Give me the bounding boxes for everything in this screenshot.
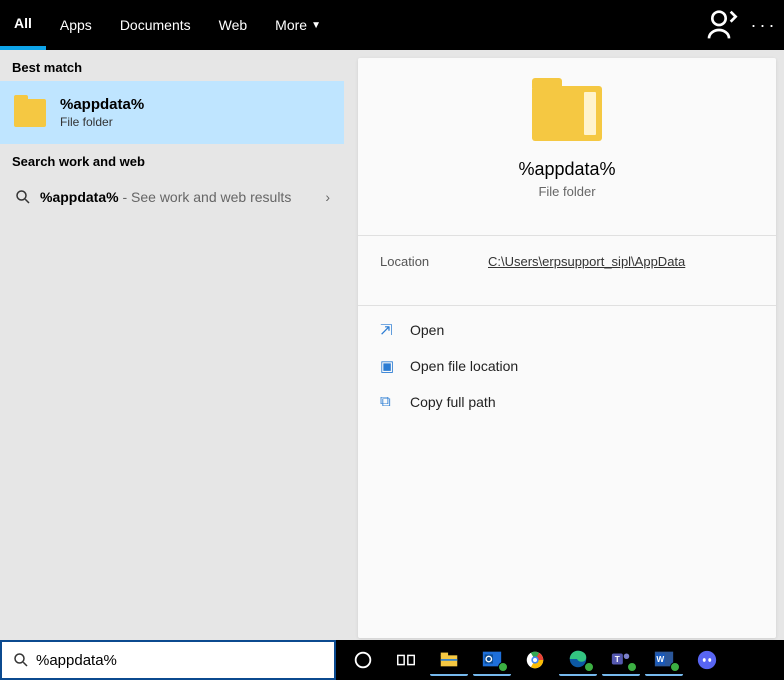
taskbar: T W bbox=[336, 640, 784, 680]
result-title: %appdata% bbox=[60, 96, 144, 113]
tab-web[interactable]: Web bbox=[205, 0, 262, 50]
svg-text:W: W bbox=[656, 655, 664, 664]
search-icon bbox=[12, 651, 36, 669]
tab-documents[interactable]: Documents bbox=[106, 0, 205, 50]
open-icon: ⇱ bbox=[380, 321, 410, 339]
feedback-icon[interactable] bbox=[704, 0, 744, 50]
folder-open-icon: ▣ bbox=[380, 357, 410, 375]
svg-text:T: T bbox=[615, 655, 620, 664]
actions-list: ⇱ Open ▣ Open file location ⧉ Copy full … bbox=[358, 306, 776, 425]
word-icon[interactable]: W bbox=[645, 644, 683, 676]
folder-icon bbox=[532, 86, 602, 141]
edge-icon[interactable] bbox=[559, 644, 597, 676]
search-input[interactable] bbox=[36, 652, 324, 669]
preview-panel: %appdata% File folder Location C:\Users\… bbox=[358, 58, 776, 638]
action-openloc-label: Open file location bbox=[410, 358, 518, 374]
folder-icon bbox=[14, 99, 46, 127]
tab-apps[interactable]: Apps bbox=[46, 0, 106, 50]
chevron-right-icon: › bbox=[325, 189, 330, 205]
result-subtitle: File folder bbox=[60, 115, 144, 129]
location-label: Location bbox=[380, 254, 488, 269]
best-match-result[interactable]: %appdata% File folder bbox=[0, 81, 344, 144]
preview-title: %appdata% bbox=[358, 159, 776, 180]
search-icon bbox=[14, 188, 40, 206]
teams-icon[interactable]: T bbox=[602, 644, 640, 676]
chevron-down-icon: ▼ bbox=[311, 20, 321, 31]
tab-more-label: More bbox=[275, 17, 307, 33]
outlook-icon[interactable] bbox=[473, 644, 511, 676]
web-query: %appdata% bbox=[40, 189, 119, 205]
web-result[interactable]: %appdata% - See work and web results › bbox=[0, 175, 344, 219]
web-hint: - See work and web results bbox=[119, 189, 292, 205]
action-open-label: Open bbox=[410, 322, 444, 338]
location-path[interactable]: C:\Users\erpsupport_sipl\AppData bbox=[488, 254, 685, 269]
search-tabs: All Apps Documents Web More ▼ ··· bbox=[0, 0, 784, 50]
results-panel: Best match %appdata% File folder Search … bbox=[0, 50, 344, 640]
cortana-icon[interactable] bbox=[344, 644, 382, 676]
discord-icon[interactable] bbox=[688, 644, 726, 676]
web-result-text: %appdata% - See work and web results bbox=[40, 189, 325, 205]
copy-icon: ⧉ bbox=[380, 393, 410, 410]
action-copy-label: Copy full path bbox=[410, 394, 496, 410]
best-match-header: Best match bbox=[0, 50, 344, 81]
location-row: Location C:\Users\erpsupport_sipl\AppDat… bbox=[358, 236, 776, 287]
work-web-header: Search work and web bbox=[0, 144, 344, 175]
action-open[interactable]: ⇱ Open bbox=[378, 312, 756, 348]
tab-more[interactable]: More ▼ bbox=[261, 0, 335, 50]
more-options-icon[interactable]: ··· bbox=[744, 0, 784, 50]
preview-subtitle: File folder bbox=[358, 184, 776, 199]
tab-all[interactable]: All bbox=[0, 0, 46, 50]
search-box[interactable] bbox=[0, 640, 336, 680]
action-copy-path[interactable]: ⧉ Copy full path bbox=[378, 384, 756, 419]
explorer-icon[interactable] bbox=[430, 644, 468, 676]
taskview-icon[interactable] bbox=[387, 644, 425, 676]
action-open-location[interactable]: ▣ Open file location bbox=[378, 348, 756, 384]
chrome-icon[interactable] bbox=[516, 644, 554, 676]
